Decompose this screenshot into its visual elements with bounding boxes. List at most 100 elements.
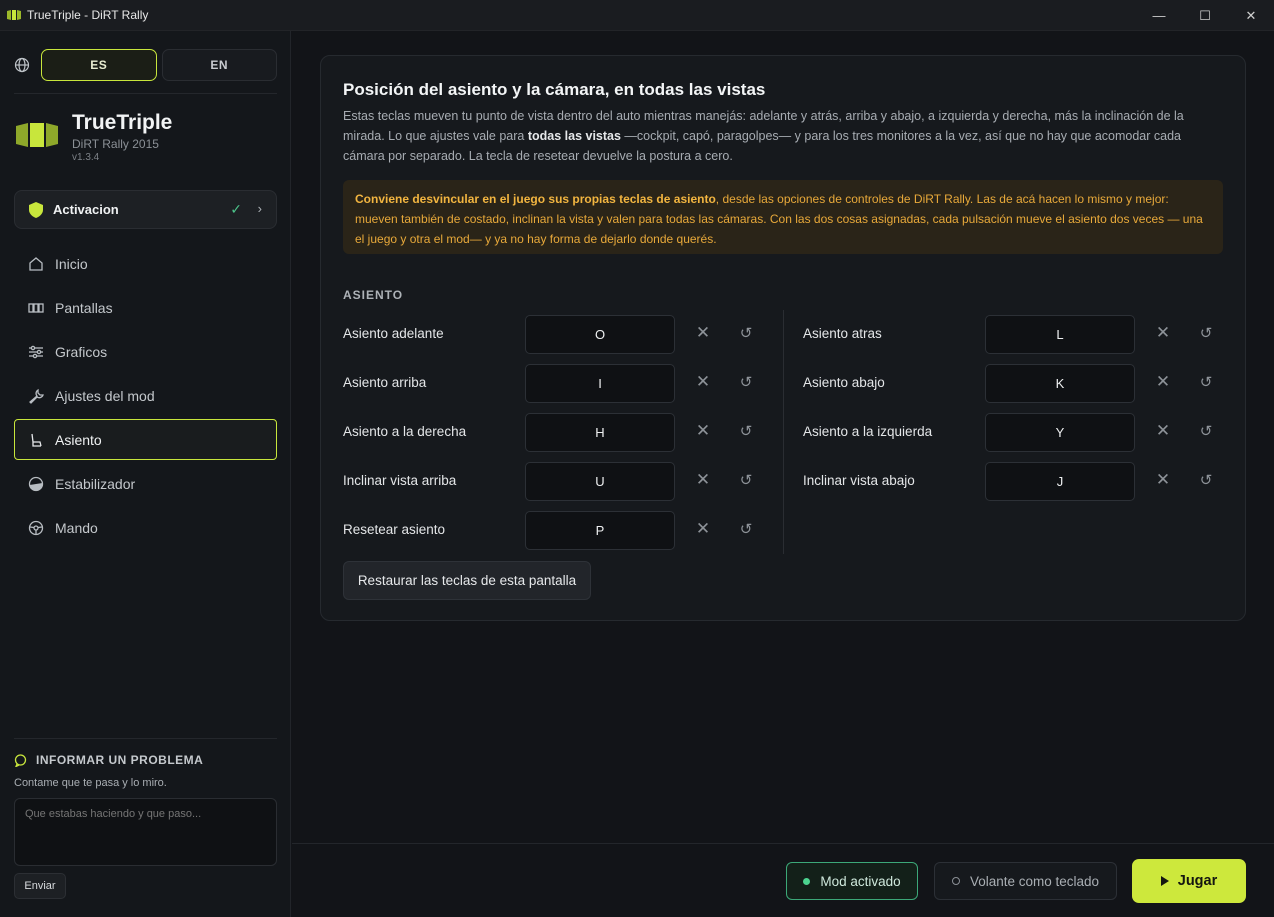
binding-label: Asiento arriba — [343, 375, 427, 390]
brand-logo-icon — [16, 121, 58, 149]
chevron-right-icon: › — [257, 201, 262, 216]
key-field[interactable]: U — [525, 462, 675, 501]
clear-icon[interactable]: ✕ — [1153, 421, 1173, 441]
sidebar-item-asiento[interactable]: Asiento — [14, 419, 277, 460]
sidebar-item-inicio[interactable]: Inicio — [14, 243, 277, 284]
binding-label: Resetear asiento — [343, 522, 446, 537]
status-ring-icon — [951, 877, 960, 885]
sidebar-item-label: Ajustes del mod — [55, 387, 155, 404]
activation-label: Activacion — [53, 202, 119, 217]
brand: TrueTriple DiRT Rally 2015 v1.3.4 — [16, 111, 276, 171]
play-label: Jugar — [1177, 873, 1218, 889]
horizon-icon — [27, 475, 45, 493]
title-bar: TrueTriple - DiRT Rally — ☐ ✕ — [0, 0, 1274, 31]
key-field[interactable]: J — [985, 462, 1135, 501]
sidebar-nav: Inicio Pantallas Graficos Ajustes del mo… — [14, 243, 277, 551]
section-label: ASIENTO — [343, 288, 404, 302]
globe-icon — [14, 57, 30, 73]
sidebar-item-ajustes[interactable]: Ajustes del mod — [14, 375, 277, 416]
key-field[interactable]: I — [525, 364, 675, 403]
key-field[interactable]: H — [525, 413, 675, 452]
lang-en-button[interactable]: EN — [161, 49, 277, 81]
binding-row: Asiento adelante O ✕ ↺ — [343, 315, 763, 354]
maximize-button[interactable]: ☐ — [1182, 0, 1228, 31]
sidebar-item-mando[interactable]: Mando — [14, 507, 277, 548]
mod-status-button[interactable]: Mod activado — [786, 862, 918, 900]
reset-icon[interactable]: ↺ — [736, 519, 756, 539]
sliders-icon — [27, 343, 45, 361]
check-icon: ✓ — [230, 201, 242, 217]
play-button[interactable]: Jugar — [1132, 859, 1246, 903]
seat-icon — [27, 431, 45, 449]
clear-icon[interactable]: ✕ — [1153, 470, 1173, 490]
window-title: TrueTriple - DiRT Rally — [27, 8, 149, 22]
wheel-label: Volante como teclado — [969, 873, 1100, 889]
sidebar-item-pantallas[interactable]: Pantallas — [14, 287, 277, 328]
seat-card: Posición del asiento y la cámara, en tod… — [320, 55, 1246, 621]
play-icon — [1160, 876, 1169, 886]
restore-keys-button[interactable]: Restaurar las teclas de esta pantalla — [343, 561, 591, 600]
clear-icon[interactable]: ✕ — [1153, 323, 1173, 343]
sidebar: ES EN TrueTriple DiRT Rally 2015 v1.3.4 … — [0, 31, 291, 917]
report-textarea[interactable] — [14, 798, 277, 866]
sidebar-item-label: Asiento — [55, 431, 102, 448]
report-title-text: INFORMAR UN PROBLEMA — [36, 753, 204, 767]
column-divider — [783, 310, 784, 554]
clear-icon[interactable]: ✕ — [693, 470, 713, 490]
binding-label: Inclinar vista arriba — [343, 473, 457, 488]
clear-icon[interactable]: ✕ — [693, 421, 713, 441]
send-button[interactable]: Enviar — [14, 873, 66, 899]
home-icon — [27, 255, 45, 273]
reset-icon[interactable]: ↺ — [1196, 372, 1216, 392]
gamepad-icon — [27, 519, 45, 537]
footer-bar: Mod activado Volante como teclado Jugar — [292, 843, 1274, 917]
binding-row: Inclinar vista abajo J ✕ ↺ — [803, 462, 1223, 501]
reset-icon[interactable]: ↺ — [736, 470, 756, 490]
binding-row: Asiento atras L ✕ ↺ — [803, 315, 1223, 354]
lang-es-button[interactable]: ES — [41, 49, 157, 81]
clear-icon[interactable]: ✕ — [1153, 372, 1173, 392]
report-title: INFORMAR UN PROBLEMA — [14, 753, 204, 768]
key-field[interactable]: K — [985, 364, 1135, 403]
monitors-icon — [27, 299, 45, 317]
card-description: Estas teclas mueven tu punto de vista de… — [343, 109, 1184, 163]
app-logo-icon — [7, 9, 21, 21]
sidebar-item-estabilizador[interactable]: Estabilizador — [14, 463, 277, 504]
wrench-icon — [27, 387, 45, 405]
reset-icon[interactable]: ↺ — [1196, 421, 1216, 441]
key-field[interactable]: P — [525, 511, 675, 550]
reset-icon[interactable]: ↺ — [736, 323, 756, 343]
sidebar-item-label: Estabilizador — [55, 475, 136, 492]
wheel-as-keyboard-toggle[interactable]: Volante como teclado — [934, 862, 1117, 900]
clear-icon[interactable]: ✕ — [693, 519, 713, 539]
clear-icon[interactable]: ✕ — [693, 323, 713, 343]
close-button[interactable]: ✕ — [1228, 0, 1274, 31]
minimize-button[interactable]: — — [1136, 0, 1182, 31]
sidebar-item-label: Mando — [55, 519, 98, 536]
main-content: Posición del asiento y la cámara, en tod… — [292, 31, 1274, 843]
sidebar-item-label: Graficos — [55, 343, 108, 360]
clear-icon[interactable]: ✕ — [693, 372, 713, 392]
chat-bubble-icon — [14, 753, 27, 768]
reset-icon[interactable]: ↺ — [1196, 470, 1216, 490]
binding-row: Asiento a la izquierda Y ✕ ↺ — [803, 413, 1223, 452]
brand-version: v1.3.4 — [72, 152, 100, 163]
divider — [14, 738, 277, 739]
language-switcher: ES EN — [14, 49, 277, 81]
reset-icon[interactable]: ↺ — [736, 421, 756, 441]
shield-icon — [29, 201, 43, 218]
reset-icon[interactable]: ↺ — [736, 372, 756, 392]
binding-row: Asiento arriba I ✕ ↺ — [343, 364, 763, 403]
activation-button[interactable]: Activacion ✓ › — [14, 190, 277, 229]
page-title: Posición del asiento y la cámara, en tod… — [343, 80, 766, 99]
key-field[interactable]: L — [985, 315, 1135, 354]
mod-status-label: Mod activado — [820, 873, 901, 889]
binding-label: Inclinar vista abajo — [803, 473, 915, 488]
sidebar-item-graficos[interactable]: Graficos — [14, 331, 277, 372]
key-field[interactable]: O — [525, 315, 675, 354]
binding-row: Inclinar vista arriba U ✕ ↺ — [343, 462, 763, 501]
key-field[interactable]: Y — [985, 413, 1135, 452]
sidebar-item-label: Inicio — [55, 255, 88, 272]
binding-label: Asiento a la izquierda — [803, 424, 933, 439]
reset-icon[interactable]: ↺ — [1196, 323, 1216, 343]
